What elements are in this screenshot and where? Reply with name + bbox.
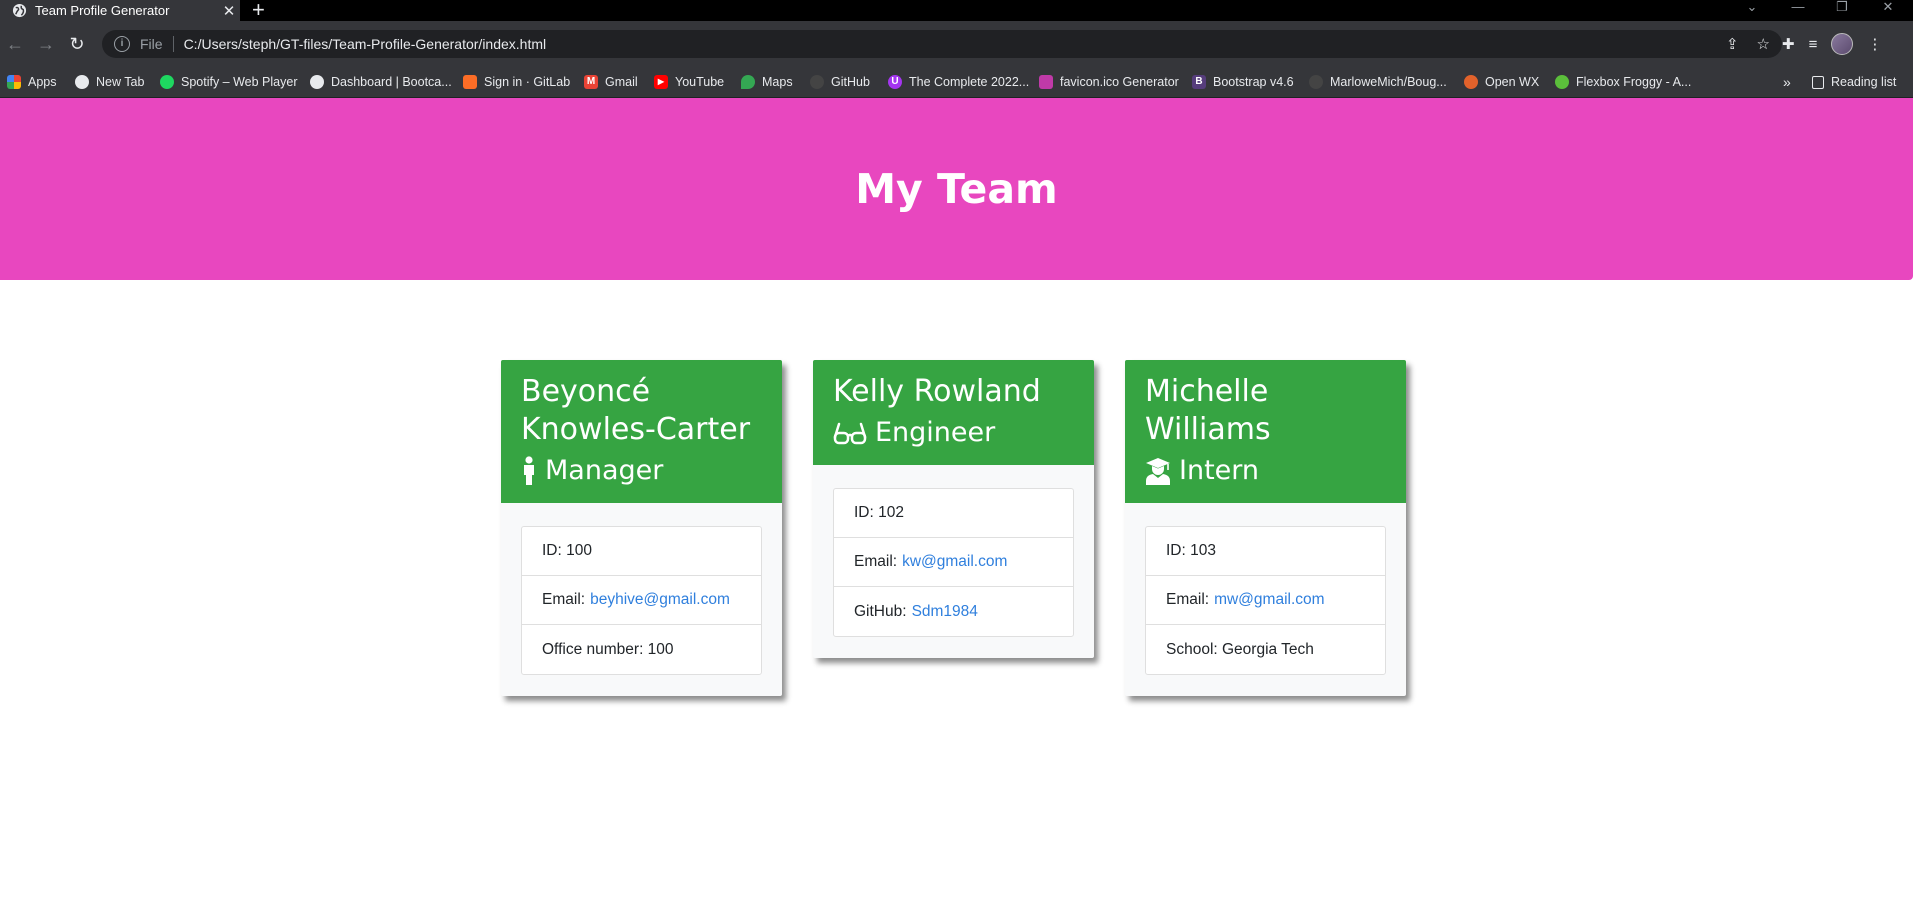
tab-title: Team Profile Generator <box>35 3 170 18</box>
media-queue-icon[interactable]: ≡ <box>1809 36 1818 53</box>
card-header: Beyoncé Knowles-Carter Manager <box>501 360 782 503</box>
employee-card-engineer: Kelly Rowland Engineer ID: 102 Email: kw@… <box>813 360 1094 658</box>
bookmark-apps[interactable]: Apps <box>7 75 57 89</box>
employee-details: ID: 102 Email: kw@gmail.com GitHub: Sdm198… <box>833 488 1074 637</box>
globe-icon <box>12 3 27 18</box>
employee-email: Email: kw@gmail.com <box>834 538 1073 587</box>
bookmark-gitlab[interactable]: Sign in · GitLab <box>463 75 570 89</box>
browser-toolbar: ← → ↻ i File C:/Users/steph/GT-files/Tea… <box>0 21 1913 68</box>
udemy-icon: U <box>888 75 902 89</box>
profile-avatar[interactable] <box>1831 33 1854 55</box>
card-body: ID: 100 Email: beyhive@gmail.com Office n… <box>501 503 782 696</box>
employee-card-manager: Beyoncé Knowles-Carter Manager ID: 100 E… <box>501 360 782 696</box>
gitlab-icon <box>463 75 477 89</box>
extensions-icon[interactable]: ✚ <box>1782 35 1795 53</box>
employee-id: ID: 102 <box>834 489 1073 538</box>
graduate-icon <box>1146 458 1170 485</box>
bookmark-youtube[interactable]: ▶ YouTube <box>654 75 724 89</box>
tab-strip: Team Profile Generator ✕ + ⌄ — ❐ ✕ <box>0 0 1913 21</box>
github-link[interactable]: Sdm1984 <box>912 603 978 621</box>
browser-menu-icon[interactable]: ⋮ <box>1867 35 1882 53</box>
employee-details: ID: 100 Email: beyhive@gmail.com Office n… <box>521 526 762 675</box>
page-title: My Team <box>855 165 1058 213</box>
new-tab-button[interactable]: + <box>252 0 265 21</box>
employee-role: Engineer <box>833 416 1074 450</box>
email-link[interactable]: kw@gmail.com <box>902 553 1007 571</box>
tab-search-icon[interactable]: ⌄ <box>1732 0 1772 21</box>
employee-school: School: Georgia Tech <box>1166 640 1314 658</box>
globe-icon <box>310 75 324 89</box>
bookmark-spotify[interactable]: Spotify – Web Player <box>160 75 298 89</box>
email-link[interactable]: mw@gmail.com <box>1214 591 1324 609</box>
address-url[interactable]: C:/Users/steph/GT-files/Team-Profile-Gen… <box>184 36 1726 52</box>
employee-github: GitHub: Sdm1984 <box>854 602 978 621</box>
employee-name: Michelle Williams <box>1145 374 1271 447</box>
address-divider <box>172 36 174 52</box>
close-window-button[interactable]: ✕ <box>1868 0 1908 21</box>
employee-id: ID: 103 <box>1146 527 1385 576</box>
restore-button[interactable]: ❐ <box>1822 0 1862 21</box>
frog-icon <box>1555 75 1569 89</box>
employee-details: ID: 103 Email: mw@gmail.com School: Georg… <box>1145 526 1386 675</box>
bookmark-star-icon[interactable]: ☆ <box>1757 35 1770 53</box>
github-icon <box>1309 75 1323 89</box>
card-body: ID: 102 Email: kw@gmail.com GitHub: Sdm198… <box>813 465 1094 658</box>
apps-grid-icon <box>7 75 21 89</box>
forward-button[interactable]: → <box>35 33 57 55</box>
address-bar[interactable]: i File C:/Users/steph/GT-files/Team-Prof… <box>102 30 1782 58</box>
bookmark-udemy[interactable]: U The Complete 2022... <box>888 75 1029 89</box>
employee-name: Kelly Rowland <box>833 374 1041 409</box>
office-number: Office number: 100 <box>542 640 674 658</box>
bootstrap-icon: B <box>1192 75 1206 89</box>
maps-icon <box>741 75 755 89</box>
glasses-icon <box>833 422 867 445</box>
youtube-icon: ▶ <box>654 75 668 89</box>
employee-name: Beyoncé Knowles-Carter <box>521 374 751 447</box>
favicon-generator-icon <box>1039 75 1053 89</box>
bookmark-bootstrap[interactable]: B Bootstrap v4.6 <box>1192 75 1294 89</box>
bookmarks-bar: Apps New Tab Spotify – Web Player Dashbo… <box>0 68 1913 98</box>
address-scheme: File <box>140 36 163 52</box>
openwx-icon <box>1464 75 1478 89</box>
close-tab-icon[interactable]: ✕ <box>218 2 240 20</box>
bookmark-flexbox-froggy[interactable]: Flexbox Froggy - A... <box>1555 75 1691 89</box>
more-bookmarks-icon[interactable]: » <box>1783 74 1791 90</box>
bookmark-favicon-generator[interactable]: favicon.ico Generator <box>1039 75 1179 89</box>
team-header: My Team <box>0 98 1913 280</box>
share-icon[interactable]: ⇪ <box>1726 35 1739 53</box>
bookmark-maps[interactable]: Maps <box>741 75 793 89</box>
globe-icon <box>75 75 89 89</box>
bookmark-marlowemich[interactable]: MarloweMich/Boug... <box>1309 75 1447 89</box>
reading-list-button[interactable]: Reading list <box>1812 75 1896 89</box>
bookmark-gmail[interactable]: M Gmail <box>584 75 638 89</box>
employee-id: ID: 100 <box>522 527 761 576</box>
bookmark-dashboard[interactable]: Dashboard | Bootca... <box>310 75 452 89</box>
employee-role: Intern <box>1145 454 1386 488</box>
back-button[interactable]: ← <box>4 33 26 55</box>
bookmark-new-tab[interactable]: New Tab <box>75 75 144 89</box>
card-header: Kelly Rowland Engineer <box>813 360 1094 465</box>
bookmark-github[interactable]: GitHub <box>810 75 870 89</box>
gmail-icon: M <box>584 75 598 89</box>
card-header: Michelle Williams Intern <box>1125 360 1406 503</box>
employee-role: Manager <box>521 454 762 488</box>
bookmark-openwx[interactable]: Open WX <box>1464 75 1539 89</box>
browser-tab[interactable]: Team Profile Generator ✕ <box>0 0 240 21</box>
card-body: ID: 103 Email: mw@gmail.com School: Georg… <box>1125 503 1406 696</box>
info-icon[interactable]: i <box>114 36 130 52</box>
employee-email: Email: mw@gmail.com <box>1146 576 1385 625</box>
employee-email: Email: beyhive@gmail.com <box>522 576 761 625</box>
spotify-icon <box>160 75 174 89</box>
email-link[interactable]: beyhive@gmail.com <box>590 591 730 609</box>
minimize-button[interactable]: — <box>1778 0 1818 21</box>
reading-list-icon <box>1812 75 1824 89</box>
employee-card-intern: Michelle Williams Intern ID: 103 Email: m… <box>1125 360 1406 696</box>
github-icon <box>810 75 824 89</box>
reload-button[interactable]: ↻ <box>66 33 88 55</box>
person-icon <box>524 456 534 485</box>
page-content: My Team Beyoncé Knowles-Carter Manager I… <box>0 98 1913 924</box>
